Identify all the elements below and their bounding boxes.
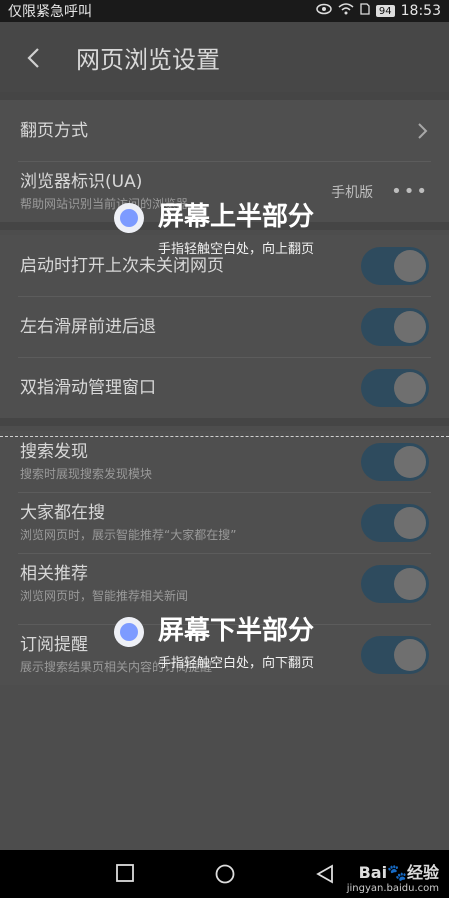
setting-label: 双指滑动管理窗口: [20, 377, 156, 398]
home-button[interactable]: [215, 864, 235, 888]
app-header: 网页浏览设置: [0, 22, 449, 92]
sim-icon: [360, 3, 370, 19]
chevron-left-icon: [27, 48, 39, 68]
toggle-switch[interactable]: [361, 635, 429, 674]
setting-row[interactable]: 相关推荐 浏览网页时，智能推荐相关新闻: [0, 553, 449, 614]
setting-label: 左右滑屏前进后退: [20, 316, 156, 337]
setting-description: 浏览网页时，智能推荐相关新闻: [20, 589, 189, 603]
setting-description: 搜索时展现搜索发现模块: [20, 467, 153, 481]
hint-subtitle: 手指轻触空白处，向下翻页: [158, 656, 315, 671]
triangle-back-icon: [316, 864, 333, 884]
toggle-switch[interactable]: [361, 307, 429, 346]
system-nav-bar: Bai🐾经验 jingyan.baidu.com: [0, 850, 449, 898]
setting-row[interactable]: 大家都在搜 浏览网页时，展示智能推荐“大家都在搜”: [0, 492, 449, 553]
touch-point-icon: [114, 617, 144, 647]
setting-label: 相关推荐: [20, 564, 88, 584]
page-title: 网页浏览设置: [76, 45, 220, 74]
hint-subtitle: 手指轻触空白处，向上翻页: [158, 242, 315, 257]
watermark-url: jingyan.baidu.com: [346, 883, 439, 894]
setting-row[interactable]: 左右滑屏前进后退: [0, 296, 449, 357]
setting-row[interactable]: 搜索发现 搜索时展现搜索发现模块: [0, 431, 449, 492]
chevron-right-icon: [418, 122, 428, 139]
watermark: Bai🐾经验 jingyan.baidu.com: [347, 859, 439, 894]
hint-top-half: 屏幕上半部分 手指轻触空白处，向上翻页: [114, 202, 314, 257]
status-bar: 仅限紧急呼叫 94 18:53: [0, 0, 449, 22]
toggle-switch[interactable]: [361, 503, 429, 542]
circle-icon: [215, 864, 235, 884]
section-divider: [0, 92, 449, 100]
page-turn-row[interactable]: 翻页方式: [0, 100, 449, 161]
battery-icon: 94: [375, 5, 395, 17]
toggle-switch[interactable]: [361, 442, 429, 481]
setting-label: 大家都在搜: [20, 503, 105, 523]
setting-description: 浏览网页时，展示智能推荐“大家都在搜”: [20, 528, 237, 542]
setting-label: 启动时打开上次未关闭网页: [20, 255, 224, 276]
hint-title: 屏幕上半部分: [158, 202, 315, 232]
toggle-switch[interactable]: [361, 246, 429, 285]
more-dots-icon[interactable]: •••: [391, 181, 429, 202]
settings-group-gestures: 启动时打开上次未关闭网页 左右滑屏前进后退 双指滑动管理窗口: [0, 235, 449, 418]
ua-label: 浏览器标识(UA): [20, 172, 143, 192]
toggle-switch[interactable]: [361, 368, 429, 407]
square-icon: [116, 864, 134, 882]
eye-icon: [316, 3, 332, 19]
toggle-switch[interactable]: [361, 564, 429, 603]
hint-title: 屏幕下半部分: [158, 616, 315, 646]
touch-point-icon: [114, 203, 144, 233]
back-button[interactable]: [26, 47, 46, 68]
status-icons: 94 18:53: [316, 3, 441, 19]
ua-value: 手机版: [331, 184, 374, 201]
watermark-brand-suffix: 经验: [406, 863, 439, 882]
back-nav-button[interactable]: [316, 864, 334, 888]
status-time: 18:53: [400, 3, 441, 19]
setting-label: 搜索发现: [20, 442, 88, 462]
watermark-brand: Bai: [358, 863, 388, 882]
screen-half-divider: [0, 436, 449, 437]
status-carrier-text: 仅限紧急呼叫: [8, 4, 92, 20]
recents-button[interactable]: [116, 864, 134, 886]
page-turn-label: 翻页方式: [20, 120, 88, 141]
wifi-icon: [338, 3, 354, 19]
paw-icon: 🐾: [387, 863, 407, 882]
section-divider: [0, 418, 449, 426]
setting-row[interactable]: 双指滑动管理窗口: [0, 357, 449, 418]
hint-bottom-half: 屏幕下半部分 手指轻触空白处，向下翻页: [114, 616, 314, 671]
